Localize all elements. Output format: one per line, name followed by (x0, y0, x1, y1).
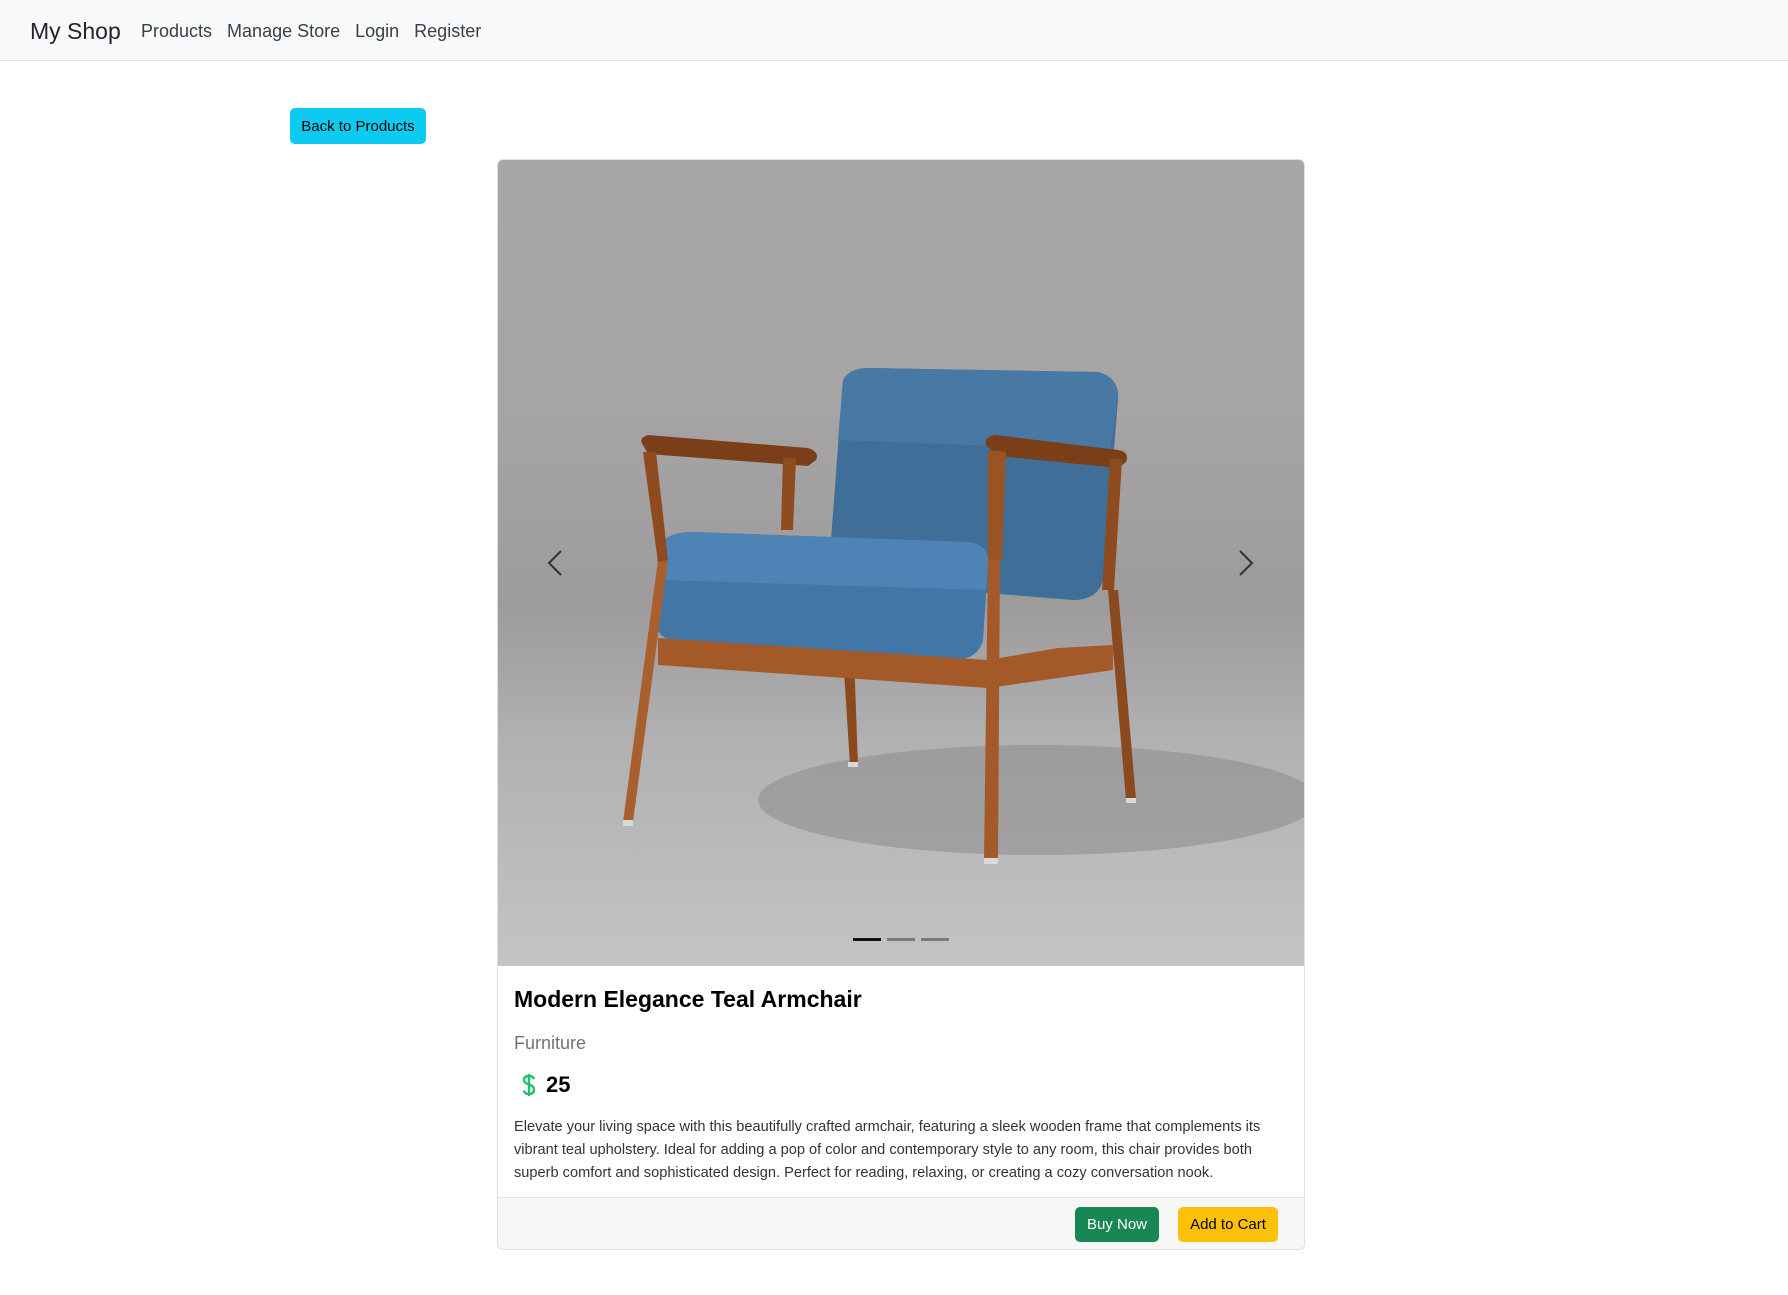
carousel-indicators (853, 938, 949, 941)
nav-link-register[interactable]: Register (414, 21, 481, 42)
carousel-prev-button[interactable] (525, 530, 585, 596)
card-footer: Buy Now Add to Cart (498, 1197, 1304, 1249)
nav-link-login[interactable]: Login (355, 21, 399, 42)
carousel-next-button[interactable] (1216, 530, 1276, 596)
product-image-carousel (498, 160, 1304, 966)
nav-link-products[interactable]: Products (141, 21, 212, 42)
chevron-left-icon (547, 550, 562, 576)
product-card: Modern Elegance Teal Armchair Furniture … (497, 159, 1305, 1250)
chevron-right-icon (1239, 550, 1254, 576)
product-price: 25 (522, 1072, 570, 1098)
navbar: My Shop Products Manage Store Login Regi… (0, 0, 1788, 61)
carousel-indicator-3[interactable] (921, 938, 949, 941)
product-description: Elevate your living space with this beau… (514, 1119, 1261, 1181)
brand-link[interactable]: My Shop (30, 18, 121, 45)
nav-link-manage-store[interactable]: Manage Store (227, 21, 340, 42)
product-title: Modern Elegance Teal Armchair (514, 986, 862, 1012)
dollar-icon (522, 1074, 536, 1096)
back-to-products-button[interactable]: Back to Products (290, 108, 426, 144)
price-value: 25 (546, 1072, 571, 1097)
buy-now-button[interactable]: Buy Now (1075, 1207, 1159, 1242)
carousel-indicator-2[interactable] (887, 938, 915, 941)
product-image (623, 368, 1304, 864)
nav-links: Products Manage Store Login Register (141, 21, 481, 42)
add-to-cart-button[interactable]: Add to Cart (1178, 1207, 1278, 1242)
product-category: Furniture (514, 1033, 587, 1053)
carousel-indicator-1[interactable] (853, 938, 881, 941)
